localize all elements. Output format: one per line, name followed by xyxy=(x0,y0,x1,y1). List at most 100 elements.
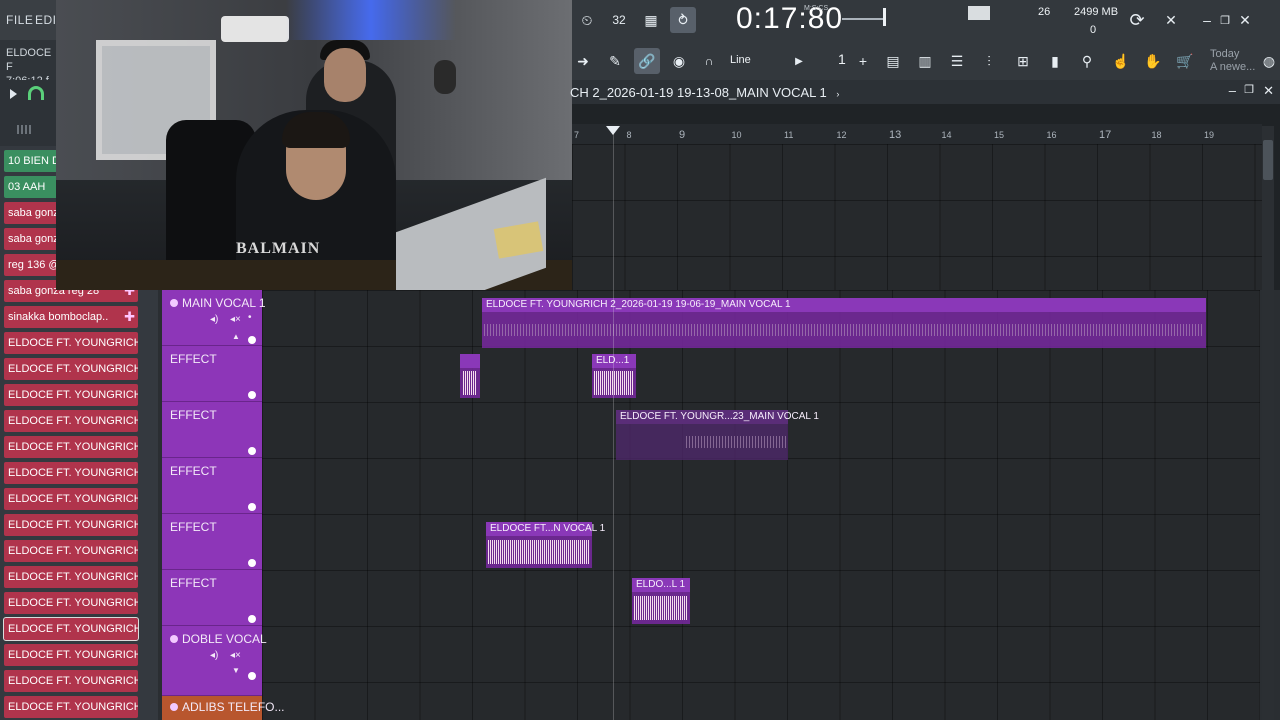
picker-item[interactable]: ELDOCE FT. YOUNGRICH 2.. xyxy=(4,592,138,614)
playlist-icon[interactable]: ▤ xyxy=(880,48,906,74)
track-speaker-icon[interactable]: ◂) xyxy=(210,650,218,661)
vertical-scroll-thumb[interactable] xyxy=(1263,140,1273,180)
globe-icon[interactable]: ◍ xyxy=(1256,48,1280,74)
track-select-dot[interactable] xyxy=(248,447,256,455)
audio-clip-eldo-l1[interactable]: ELDO...L 1 xyxy=(632,578,690,624)
picker-item-label: ELDOCE FT. YOUNGRICH 2.. xyxy=(8,441,138,453)
picker-item[interactable]: ELDOCE FT. YOUNGRICH 2.. xyxy=(4,332,138,354)
picker-item[interactable]: ELDOCE FT. YOUNGRICH 2.. xyxy=(4,488,138,510)
play-pattern-icon[interactable]: ▶ xyxy=(786,48,812,74)
track-select-dot[interactable] xyxy=(248,503,256,511)
picker-item[interactable]: ELDOCE FT. YOUNGRICH 2.. xyxy=(4,644,138,666)
timeline-ruler[interactable]: 7 8 9 10 11 12 13 14 15 16 17 18 19 xyxy=(572,124,1262,144)
tools-icon[interactable]: ✕ xyxy=(1158,7,1184,33)
piano-roll-icon[interactable]: ▥ xyxy=(912,48,938,74)
keyboard-icon[interactable]: ▦ xyxy=(638,7,664,33)
project-icon[interactable]: ▮ xyxy=(1042,48,1068,74)
channel-rack-icon[interactable]: ☰ xyxy=(944,48,970,74)
mixer-icon[interactable]: ⫶ xyxy=(976,48,1002,74)
refresh-icon[interactable]: ⟳ xyxy=(1124,7,1150,33)
track-select-dot[interactable] xyxy=(248,615,256,623)
step-value[interactable]: 1 xyxy=(838,51,846,67)
playlist-restore-icon[interactable]: ❐ xyxy=(1244,83,1254,96)
headphones-icon[interactable] xyxy=(28,86,44,100)
master-volume-knob[interactable] xyxy=(883,8,886,26)
audio-clip-eld-short[interactable]: ELD...1 xyxy=(592,354,636,398)
arrow-right-icon[interactable]: ➜ xyxy=(570,48,596,74)
audio-clip-main-vocal[interactable]: ELDOCE FT. YOUNGRICH 2_2026-01-19 19-06-… xyxy=(482,298,1206,348)
track-effect-1[interactable]: EFFECT xyxy=(162,346,262,402)
ruler-tick-label: 7 xyxy=(574,130,580,140)
close-icon[interactable]: ✕ xyxy=(1232,7,1258,33)
track-expand-icon[interactable]: ▼ xyxy=(232,666,240,675)
track-record-icon[interactable]: • xyxy=(248,312,252,323)
picker-item[interactable]: ELDOCE FT. YOUNGRICH 2.. xyxy=(4,566,138,588)
picker-item[interactable]: ELDOCE FT. YOUNGRICH 2.. xyxy=(4,436,138,458)
track-collapse-icon[interactable]: ▲ xyxy=(232,332,240,341)
track-select-dot[interactable] xyxy=(248,391,256,399)
track-select-dot[interactable] xyxy=(248,559,256,567)
master-volume-slider[interactable] xyxy=(842,18,886,20)
picker-item[interactable]: sinakka bomboclap.. ✚ xyxy=(4,306,138,328)
picker-item[interactable]: ELDOCE FT. YOUNGRICH 2.. xyxy=(4,358,138,380)
track-speaker-icon[interactable]: ◂) xyxy=(210,314,218,325)
track-effect-5[interactable]: EFFECT xyxy=(162,570,262,626)
title-arrow-icon[interactable]: › xyxy=(836,89,839,99)
track-select-dot[interactable] xyxy=(248,336,256,344)
playlist-grid[interactable] xyxy=(262,290,1260,720)
plus-icon[interactable]: + xyxy=(850,48,876,74)
hand-icon[interactable]: ✋ xyxy=(1140,48,1166,74)
clip-label: ELDO...L 1 xyxy=(636,579,686,590)
plugin-icon[interactable]: ⚲ xyxy=(1074,48,1100,74)
stamp-icon[interactable]: ◉ xyxy=(666,48,692,74)
picker-item[interactable]: ELDOCE FT. YOUNGRICH 2.. xyxy=(3,617,139,641)
ruler-tick-label: 10 xyxy=(731,130,742,140)
play-icon[interactable] xyxy=(10,89,17,99)
picker-item[interactable]: ELDOCE FT. YOUNGRICH 2.. xyxy=(4,696,138,718)
playlist-close-icon[interactable]: ✕ xyxy=(1263,83,1274,99)
picker-item-label: ELDOCE FT. YOUNGRICH 2.. xyxy=(8,363,138,375)
add-icon[interactable]: ✚ xyxy=(124,306,135,328)
menu-file[interactable]: FILE xyxy=(6,13,33,27)
time-format-label: M:S:CS xyxy=(804,5,829,12)
store-icon[interactable]: 🛒 xyxy=(1172,48,1198,74)
paint-icon[interactable]: ✎ xyxy=(602,48,628,74)
picker-item[interactable]: ELDOCE FT. YOUNGRICH 2.. xyxy=(4,462,138,484)
audio-clip-main-mid[interactable]: ELDOCE FT. YOUNGR...23_MAIN VOCAL 1 xyxy=(616,410,819,460)
clip-label: ELDOCE FT. YOUNGRICH 2_2026-01-19 19-06-… xyxy=(486,299,791,310)
wait-record-icon[interactable]: ⥁ xyxy=(670,7,696,33)
audio-clip-vocal-fx[interactable]: ELDOCE FT...N VOCAL 1 xyxy=(486,522,605,568)
track-effect-3[interactable]: EFFECT xyxy=(162,458,262,514)
vertical-scrollbar[interactable] xyxy=(1262,126,1274,720)
news-panel[interactable]: Today A newe... xyxy=(1210,48,1255,74)
picker-item[interactable]: ELDOCE FT. YOUNGRICH 2.. xyxy=(4,540,138,562)
menu-edit[interactable]: EDI xyxy=(35,13,57,27)
webcam-microphone xyxy=(434,60,456,94)
picker-item-label: ELDOCE FT. YOUNGRICH 2.. xyxy=(8,675,138,687)
track-effect-2[interactable]: EFFECT xyxy=(162,402,262,458)
snap-select[interactable]: Line xyxy=(730,54,751,66)
track-mute-icon[interactable]: ◂× xyxy=(230,314,241,325)
track-adlibs[interactable]: ADLIBS TELEFO... xyxy=(162,696,284,720)
metronome-icon[interactable]: ⏲ xyxy=(574,7,600,33)
audio-clip-small-fx[interactable] xyxy=(460,354,480,398)
track-mute-icon[interactable]: ◂× xyxy=(230,650,241,661)
webcam-led-light xyxy=(286,0,456,40)
link-icon[interactable]: 🔗 xyxy=(634,48,660,74)
playlist-minimize-icon[interactable]: – xyxy=(1229,83,1236,98)
touch-icon[interactable]: ☝ xyxy=(1108,48,1134,74)
playlist-grid-top[interactable] xyxy=(572,144,1262,290)
cpu-meter xyxy=(968,6,990,20)
magnet-icon[interactable]: ∩ xyxy=(696,48,722,74)
track-effect-4[interactable]: EFFECT xyxy=(162,514,262,570)
track-doble-vocal[interactable]: DOBLE VOCAL ◂) ◂× ▼ xyxy=(162,626,267,696)
track-select-dot[interactable] xyxy=(248,672,256,680)
track-main-vocal[interactable]: MAIN VOCAL 1 ◂) ◂× • ▲ xyxy=(162,290,266,346)
tempo-icon[interactable]: 32 xyxy=(606,7,632,33)
picker-item[interactable]: ELDOCE FT. YOUNGRICH 2.. xyxy=(4,384,138,406)
picker-item[interactable]: ELDOCE FT. YOUNGRICH 2.. xyxy=(4,410,138,432)
clip-waveform xyxy=(686,436,786,448)
browser-icon[interactable]: ⊞ xyxy=(1010,48,1036,74)
picker-item[interactable]: ELDOCE FT. YOUNGRICH 2.. xyxy=(4,514,138,536)
picker-item[interactable]: ELDOCE FT. YOUNGRICH 2.. xyxy=(4,670,138,692)
